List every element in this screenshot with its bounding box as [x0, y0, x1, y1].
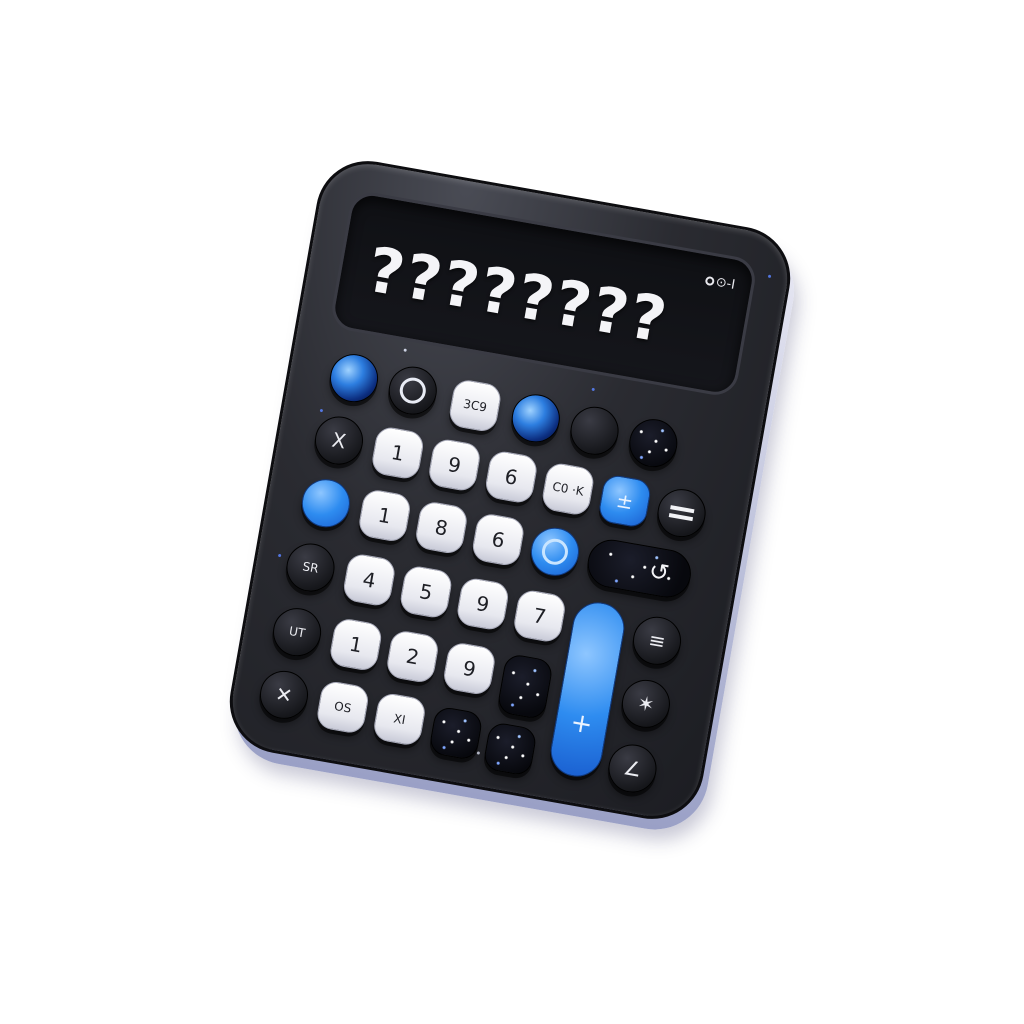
ring-icon: [397, 375, 428, 406]
menu-icon: ≡: [646, 627, 668, 655]
key-xi[interactable]: XI: [371, 691, 428, 748]
moon-key[interactable]: [566, 402, 623, 459]
digit-key-7[interactable]: 7: [511, 588, 568, 644]
key-ut[interactable]: UT: [269, 604, 325, 660]
equals-icon: [668, 505, 695, 522]
display-indicator-label: ⊙-I: [714, 274, 737, 293]
galaxy-key-bottom-2[interactable]: [482, 721, 538, 777]
angle-key[interactable]: ∠: [604, 740, 661, 797]
galaxy-key-bottom-1[interactable]: [428, 705, 484, 762]
key-co[interactable]: C0 ·K: [540, 461, 596, 517]
power-indicator-icon: [704, 275, 715, 287]
star-speck: [591, 387, 595, 392]
plus-minus-key[interactable]: ±: [597, 473, 653, 529]
undo-icon: ↺: [646, 556, 672, 588]
digit-key-6[interactable]: 6: [483, 449, 540, 505]
star-speck: [277, 553, 282, 558]
digit-key-2[interactable]: 2: [384, 628, 441, 685]
earth-key[interactable]: [508, 390, 564, 447]
equals-key[interactable]: [653, 485, 710, 541]
galaxy-undo-key[interactable]: ↺: [583, 535, 695, 602]
digit-key-6-second[interactable]: 6: [470, 511, 526, 568]
star-speck: [319, 408, 324, 413]
ring-icon: [539, 536, 571, 567]
digit-key-4[interactable]: 4: [341, 552, 398, 608]
calculator: ???????? ⊙-I 3C9 X 1 9 6 C0 ·K ± 1 8 6 ↺…: [221, 152, 803, 839]
galaxy-key-small[interactable]: [496, 652, 554, 721]
digit-key-5[interactable]: 5: [398, 564, 454, 620]
star-speck: [403, 348, 407, 352]
planet-key[interactable]: [326, 350, 382, 407]
digit-key-1[interactable]: 1: [369, 425, 426, 481]
key-3c9[interactable]: 3C9: [447, 377, 503, 434]
display-status-indicator: ⊙-I: [704, 273, 737, 293]
blue-orb-key[interactable]: [298, 475, 354, 532]
digit-key-9[interactable]: 9: [426, 437, 483, 493]
key-os[interactable]: OS: [314, 679, 371, 736]
digit-key-9-second[interactable]: 9: [454, 576, 511, 632]
blue-ring-key[interactable]: [527, 523, 583, 580]
star-key[interactable]: ✶: [618, 676, 674, 732]
key-x-mark[interactable]: ✕: [256, 667, 312, 723]
menu-key[interactable]: ≡: [629, 613, 685, 669]
digit-key-1-third[interactable]: 1: [328, 616, 384, 673]
display-value: ????????: [361, 232, 674, 358]
ring-key[interactable]: [384, 362, 441, 419]
galaxy-key[interactable]: [625, 415, 682, 471]
multiply-key[interactable]: X: [311, 412, 367, 469]
display-screen: ???????? ⊙-I: [328, 189, 759, 399]
star-speck: [476, 751, 481, 755]
key-sr[interactable]: SR: [282, 539, 339, 596]
digit-key-8[interactable]: 8: [413, 499, 470, 556]
digit-key-1-second[interactable]: 1: [356, 487, 413, 544]
calculator-body: ???????? ⊙-I 3C9 X 1 9 6 C0 ·K ± 1 8 6 ↺…: [221, 152, 799, 828]
star-speck: [767, 274, 772, 279]
digit-key-9-third[interactable]: 9: [441, 640, 498, 697]
illustration-canvas: ???????? ⊙-I 3C9 X 1 9 6 C0 ·K ± 1 8 6 ↺…: [0, 0, 1024, 1024]
